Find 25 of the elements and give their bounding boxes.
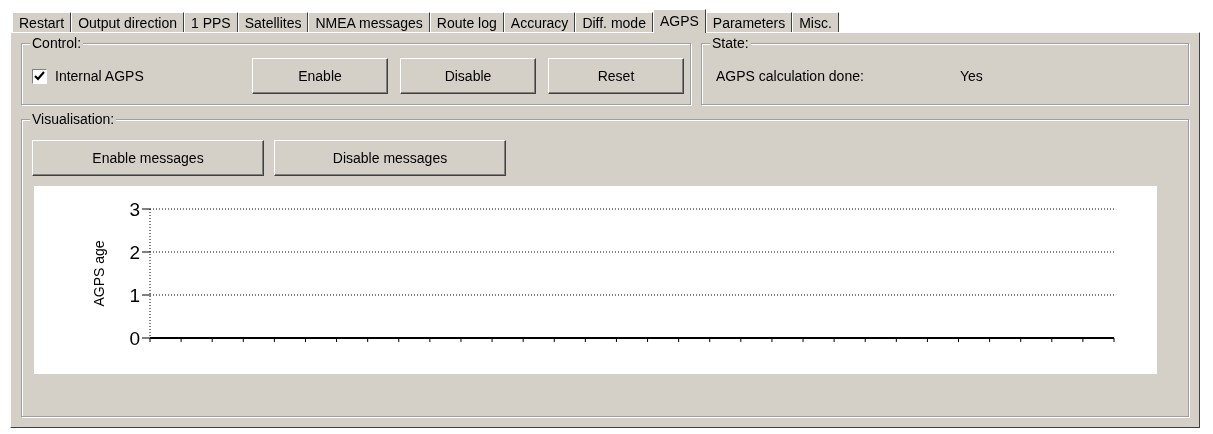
y-tick-label: 3 [129,199,140,220]
tab[interactable]: Misc. [792,12,839,32]
tab[interactable]: Restart [12,12,72,32]
tab[interactable]: Route log [429,12,504,32]
tab[interactable]: AGPS [652,9,706,33]
y-tick-label: 0 [129,328,140,349]
tab[interactable]: 1 PPS [183,12,238,32]
y-axis-label: AGPS age [91,240,107,307]
action-button[interactable]: Reset [548,58,684,94]
y-tick-label: 1 [129,285,140,306]
tab[interactable]: Parameters [705,12,793,32]
state-label: AGPS calculation done: [716,66,865,86]
tab[interactable]: Output direction [71,12,184,32]
tab[interactable]: Diff. mode [575,12,653,32]
tab[interactable]: Satellites [237,12,309,32]
tab[interactable]: NMEA messages [308,12,430,32]
action-button[interactable]: Disable [400,58,536,94]
checkbox-label: Internal AGPS [55,66,144,86]
action-button[interactable]: Enable [252,58,388,94]
tab[interactable]: Accuracy [503,12,576,32]
checkbox[interactable] [32,68,47,84]
y-tick-label: 2 [129,242,140,263]
state-value: Yes [960,66,983,86]
message-button[interactable]: Enable messages [32,140,264,176]
message-button[interactable]: Disable messages [274,140,506,176]
